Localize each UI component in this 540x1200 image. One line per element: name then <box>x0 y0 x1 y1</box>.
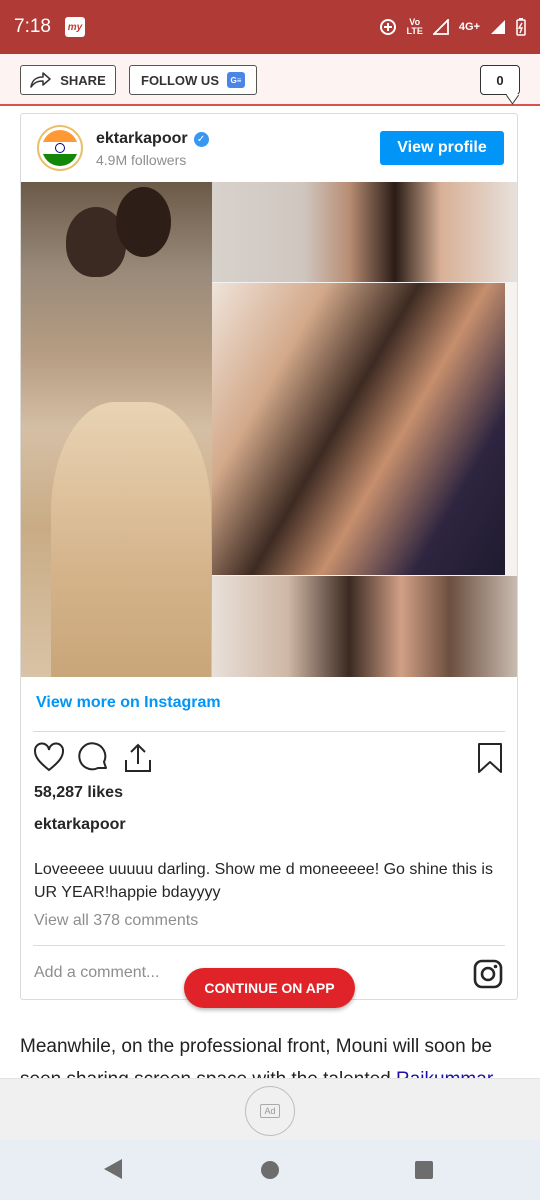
view-profile-button[interactable]: View profile <box>380 131 504 165</box>
article-link[interactable]: Rajkummar <box>396 1069 493 1078</box>
system-navigation-bar <box>0 1140 540 1200</box>
post-photo-collage[interactable] <box>21 182 517 677</box>
india-flag-icon <box>42 130 78 166</box>
comment-count-button[interactable]: 0 <box>480 65 520 95</box>
comment-icon[interactable] <box>78 742 110 774</box>
signal-icon <box>432 19 449 35</box>
battery-icon <box>516 18 526 36</box>
status-icons: Vo LTE 4G+ <box>379 18 526 36</box>
photo-top <box>212 182 517 282</box>
photo-strip <box>505 283 517 575</box>
likes-count: 58,287 likes <box>34 784 123 801</box>
signal-icon-2 <box>491 20 505 34</box>
recent-apps-icon[interactable] <box>415 1161 433 1179</box>
share-button[interactable]: SHARE <box>20 65 116 95</box>
add-comment-field[interactable]: Add a comment... <box>34 964 159 982</box>
heart-icon[interactable] <box>33 742 65 772</box>
follow-us-button[interactable]: FOLLOW US G≡ <box>129 65 257 95</box>
photo-main <box>21 182 212 677</box>
post-caption: Loveeeee uuuuu darling. Show me d moneee… <box>34 861 493 901</box>
photo-middle <box>212 283 505 575</box>
share-post-icon[interactable] <box>123 742 153 774</box>
post-actions <box>33 742 505 776</box>
status-time: 7:18 <box>14 16 51 37</box>
follow-label: FOLLOW US <box>141 72 219 88</box>
data-saver-icon <box>379 19 396 35</box>
article-toolbar: SHARE FOLLOW US G≡ 0 <box>0 54 540 106</box>
follower-count: 4.9M followers <box>96 152 187 168</box>
home-icon[interactable] <box>261 1161 279 1179</box>
profile-avatar[interactable] <box>37 125 83 171</box>
article-paragraph: Meanwhile, on the professional front, Mo… <box>20 1030 525 1078</box>
view-all-comments-link[interactable]: View all 378 comments <box>34 912 198 930</box>
verified-badge-icon: ✓ <box>193 131 209 147</box>
back-icon[interactable] <box>104 1159 122 1179</box>
instagram-header: ektarkapoor ✓ 4.9M followers View profil… <box>21 114 517 182</box>
share-icon <box>30 72 51 88</box>
google-news-icon: G≡ <box>227 72 245 88</box>
ad-banner: Ad <box>0 1078 540 1140</box>
instagram-embed: ektarkapoor ✓ 4.9M followers View profil… <box>20 113 518 1000</box>
status-bar: 7:18 my Vo LTE 4G+ <box>0 0 540 54</box>
network-type-label: 4G+ <box>458 21 480 33</box>
app-notification-icon: my <box>64 17 85 37</box>
photo-bottom <box>212 576 517 677</box>
divider <box>33 731 505 732</box>
share-label: SHARE <box>60 72 106 88</box>
ad-badge: Ad <box>260 1104 280 1118</box>
bookmark-icon[interactable] <box>477 742 503 774</box>
volte-indicator: Vo LTE <box>406 17 423 36</box>
ad-placeholder[interactable]: Ad <box>245 1086 295 1136</box>
continue-on-app-button[interactable]: CONTINUE ON APP <box>184 968 355 1008</box>
instagram-logo-icon[interactable] <box>473 959 503 989</box>
divider <box>33 945 505 946</box>
caption-username[interactable]: ektarkapoor <box>34 816 126 834</box>
profile-username[interactable]: ektarkapoor ✓ <box>96 130 209 148</box>
view-more-link[interactable]: View more on Instagram <box>36 694 221 712</box>
